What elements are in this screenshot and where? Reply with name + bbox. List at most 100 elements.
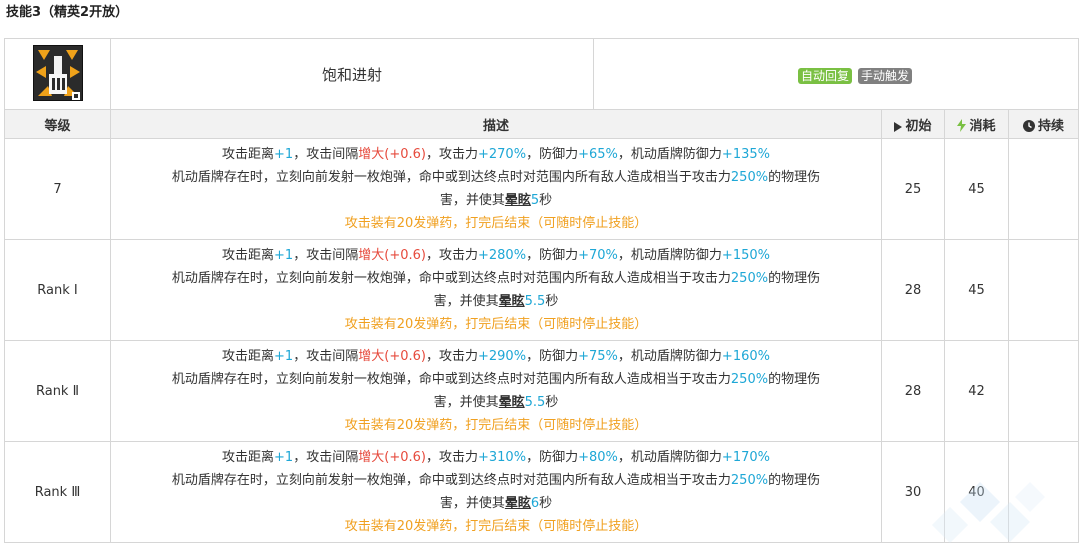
seconds-unit: 秒 [545, 294, 559, 309]
desc-line-1: 攻击距离+1，攻击间隔增大(+0.6)，攻击力+280%，防御力+70%，机动盾… [222, 248, 770, 263]
desc-line-1: 攻击距离+1，攻击间隔增大(+0.6)，攻击力+290%，防御力+75%，机动盾… [222, 349, 770, 364]
desc-line-3: 害，并使其晕眩5.5秒 [119, 290, 873, 313]
header-cost-label: 消耗 [969, 118, 996, 134]
def-label: 防御力 [539, 248, 579, 263]
interval-label: 攻击间隔 [306, 248, 359, 263]
interval-value: (+0.6) [384, 248, 426, 263]
range-value: +1 [274, 147, 294, 162]
stun-seconds: 5.5 [524, 294, 546, 309]
table-row: Rank Ⅲ 攻击距离+1，攻击间隔增大(+0.6)，攻击力+310%，防御力+… [4, 441, 1080, 543]
skill-info-row: 饱和进射 自动回复 手动触发 [4, 38, 1080, 110]
level-cell: 7 [4, 138, 111, 240]
atk-label: 攻击力 [438, 450, 478, 465]
table-row: 7 攻击距离+1，攻击间隔增大(+0.6)，攻击力+270%，防御力+65%，机… [4, 138, 1080, 240]
interval-label: 攻击间隔 [306, 450, 359, 465]
damage-percent: 250% [730, 271, 769, 286]
page: 技能3（精英2开放） 饱和进射 自动回复 手动触发 等级 描述 初始 消耗 持续… [0, 0, 1080, 552]
damage-percent: 250% [730, 372, 769, 387]
skill-tags: 自动回复 手动触发 [592, 38, 1080, 110]
table-row: Rank Ⅱ 攻击距离+1，攻击间隔增大(+0.6)，攻击力+290%，防御力+… [4, 340, 1080, 442]
sp-cost-cell: 40 [944, 441, 1009, 543]
shield-label: 机动盾牌防御力 [630, 147, 722, 162]
damage-percent: 250% [730, 170, 769, 185]
level-cell: Rank Ⅱ [4, 340, 111, 442]
desc-line-4: 攻击装有20发弹药，打完后结束（可随时停止技能） [344, 216, 648, 231]
duration-cell [1007, 239, 1080, 341]
init-sp-cell: 25 [881, 138, 945, 240]
clock-icon [1023, 119, 1035, 132]
shield-value: +170% [721, 450, 770, 465]
damage-text: 机动盾牌存在时，立刻向前发射一枚炮弹，命中或到达终点时对范围内所有敌人造成相当于… [171, 473, 731, 488]
damage-text: 机动盾牌存在时，立刻向前发射一枚炮弹，命中或到达终点时对范围内所有敌人造成相当于… [171, 170, 731, 185]
interval-value: (+0.6) [384, 349, 426, 364]
desc-line-3: 害，并使其晕眩5秒 [119, 189, 873, 212]
atk-value: +310% [478, 450, 527, 465]
stun-seconds: 5.5 [524, 395, 546, 410]
description-cell: 攻击距离+1，攻击间隔增大(+0.6)，攻击力+270%，防御力+65%，机动盾… [110, 138, 882, 240]
header-duration-label: 持续 [1038, 118, 1065, 134]
stun-prefix: 害，并使其 [439, 496, 505, 511]
damage-suffix: 的物理伤 [768, 271, 821, 286]
interval-value: (+0.6) [384, 450, 426, 465]
stun-prefix: 害，并使其 [433, 294, 499, 309]
shield-value: +135% [721, 147, 770, 162]
desc-line-2: 机动盾牌存在时，立刻向前发射一枚炮弹，命中或到达终点时对范围内所有敌人造成相当于… [119, 166, 873, 189]
interval-word: 增大 [358, 450, 385, 465]
desc-line-4: 攻击装有20发弹药，打完后结束（可随时停止技能） [344, 519, 648, 534]
stun-prefix: 害，并使其 [439, 193, 505, 208]
desc-line-2: 机动盾牌存在时，立刻向前发射一枚炮弹，命中或到达终点时对范围内所有敌人造成相当于… [119, 368, 873, 391]
stun-seconds: 5 [530, 193, 540, 208]
damage-suffix: 的物理伤 [768, 473, 821, 488]
atk-label: 攻击力 [438, 349, 478, 364]
init-sp-cell: 28 [881, 239, 945, 341]
description-cell: 攻击距离+1，攻击间隔增大(+0.6)，攻击力+310%，防御力+80%，机动盾… [110, 441, 882, 543]
stun-keyword[interactable]: 晕眩 [505, 496, 531, 511]
sp-cost-cell: 42 [944, 340, 1009, 442]
header-cost: 消耗 [944, 109, 1009, 139]
header-level: 等级 [4, 109, 111, 139]
play-icon [894, 121, 903, 132]
range-label: 攻击距离 [222, 349, 275, 364]
def-label: 防御力 [539, 349, 579, 364]
interval-word: 增大 [358, 248, 385, 263]
stun-keyword[interactable]: 晕眩 [499, 294, 525, 309]
desc-line-4: 攻击装有20发弹药，打完后结束（可随时停止技能） [344, 418, 648, 433]
init-sp-cell: 28 [881, 340, 945, 442]
header-init: 初始 [881, 109, 945, 139]
table-body: 7 攻击距离+1，攻击间隔增大(+0.6)，攻击力+270%，防御力+65%，机… [4, 138, 1080, 543]
range-value: +1 [274, 450, 294, 465]
header-desc: 描述 [110, 109, 882, 139]
level-cell: Rank Ⅲ [4, 441, 111, 543]
shield-label: 机动盾牌防御力 [630, 349, 722, 364]
skill-name: 饱和进射 [110, 38, 594, 110]
interval-value: (+0.6) [384, 147, 426, 162]
skill-table: 饱和进射 自动回复 手动触发 等级 描述 初始 消耗 持续 7 攻击距离+1，攻击… [4, 38, 1080, 543]
def-value: +70% [578, 248, 618, 263]
range-label: 攻击距离 [222, 450, 275, 465]
desc-line-2: 机动盾牌存在时，立刻向前发射一枚炮弹，命中或到达终点时对范围内所有敌人造成相当于… [119, 267, 873, 290]
range-label: 攻击距离 [222, 147, 275, 162]
desc-line-3: 害，并使其晕眩6秒 [119, 492, 873, 515]
def-label: 防御力 [539, 147, 579, 162]
atk-value: +270% [478, 147, 527, 162]
description-cell: 攻击距离+1，攻击间隔增大(+0.6)，攻击力+290%，防御力+75%，机动盾… [110, 340, 882, 442]
stun-seconds: 6 [530, 496, 540, 511]
desc-line-3: 害，并使其晕眩5.5秒 [119, 391, 873, 414]
lightning-icon [957, 118, 967, 132]
skill-icon-cell [4, 38, 111, 110]
interval-word: 增大 [358, 349, 385, 364]
stun-keyword[interactable]: 晕眩 [505, 193, 531, 208]
stun-keyword[interactable]: 晕眩 [499, 395, 525, 410]
damage-percent: 250% [730, 473, 769, 488]
interval-label: 攻击间隔 [306, 349, 359, 364]
table-header: 等级 描述 初始 消耗 持续 [4, 109, 1080, 139]
shield-value: +150% [721, 248, 770, 263]
sp-cost-cell: 45 [944, 239, 1009, 341]
sp-cost-cell: 45 [944, 138, 1009, 240]
description-cell: 攻击距离+1，攻击间隔增大(+0.6)，攻击力+280%，防御力+70%，机动盾… [110, 239, 882, 341]
duration-cell [1007, 138, 1080, 240]
level-cell: Rank Ⅰ [4, 239, 111, 341]
damage-suffix: 的物理伤 [768, 170, 821, 185]
shield-label: 机动盾牌防御力 [630, 248, 722, 263]
def-value: +65% [578, 147, 618, 162]
